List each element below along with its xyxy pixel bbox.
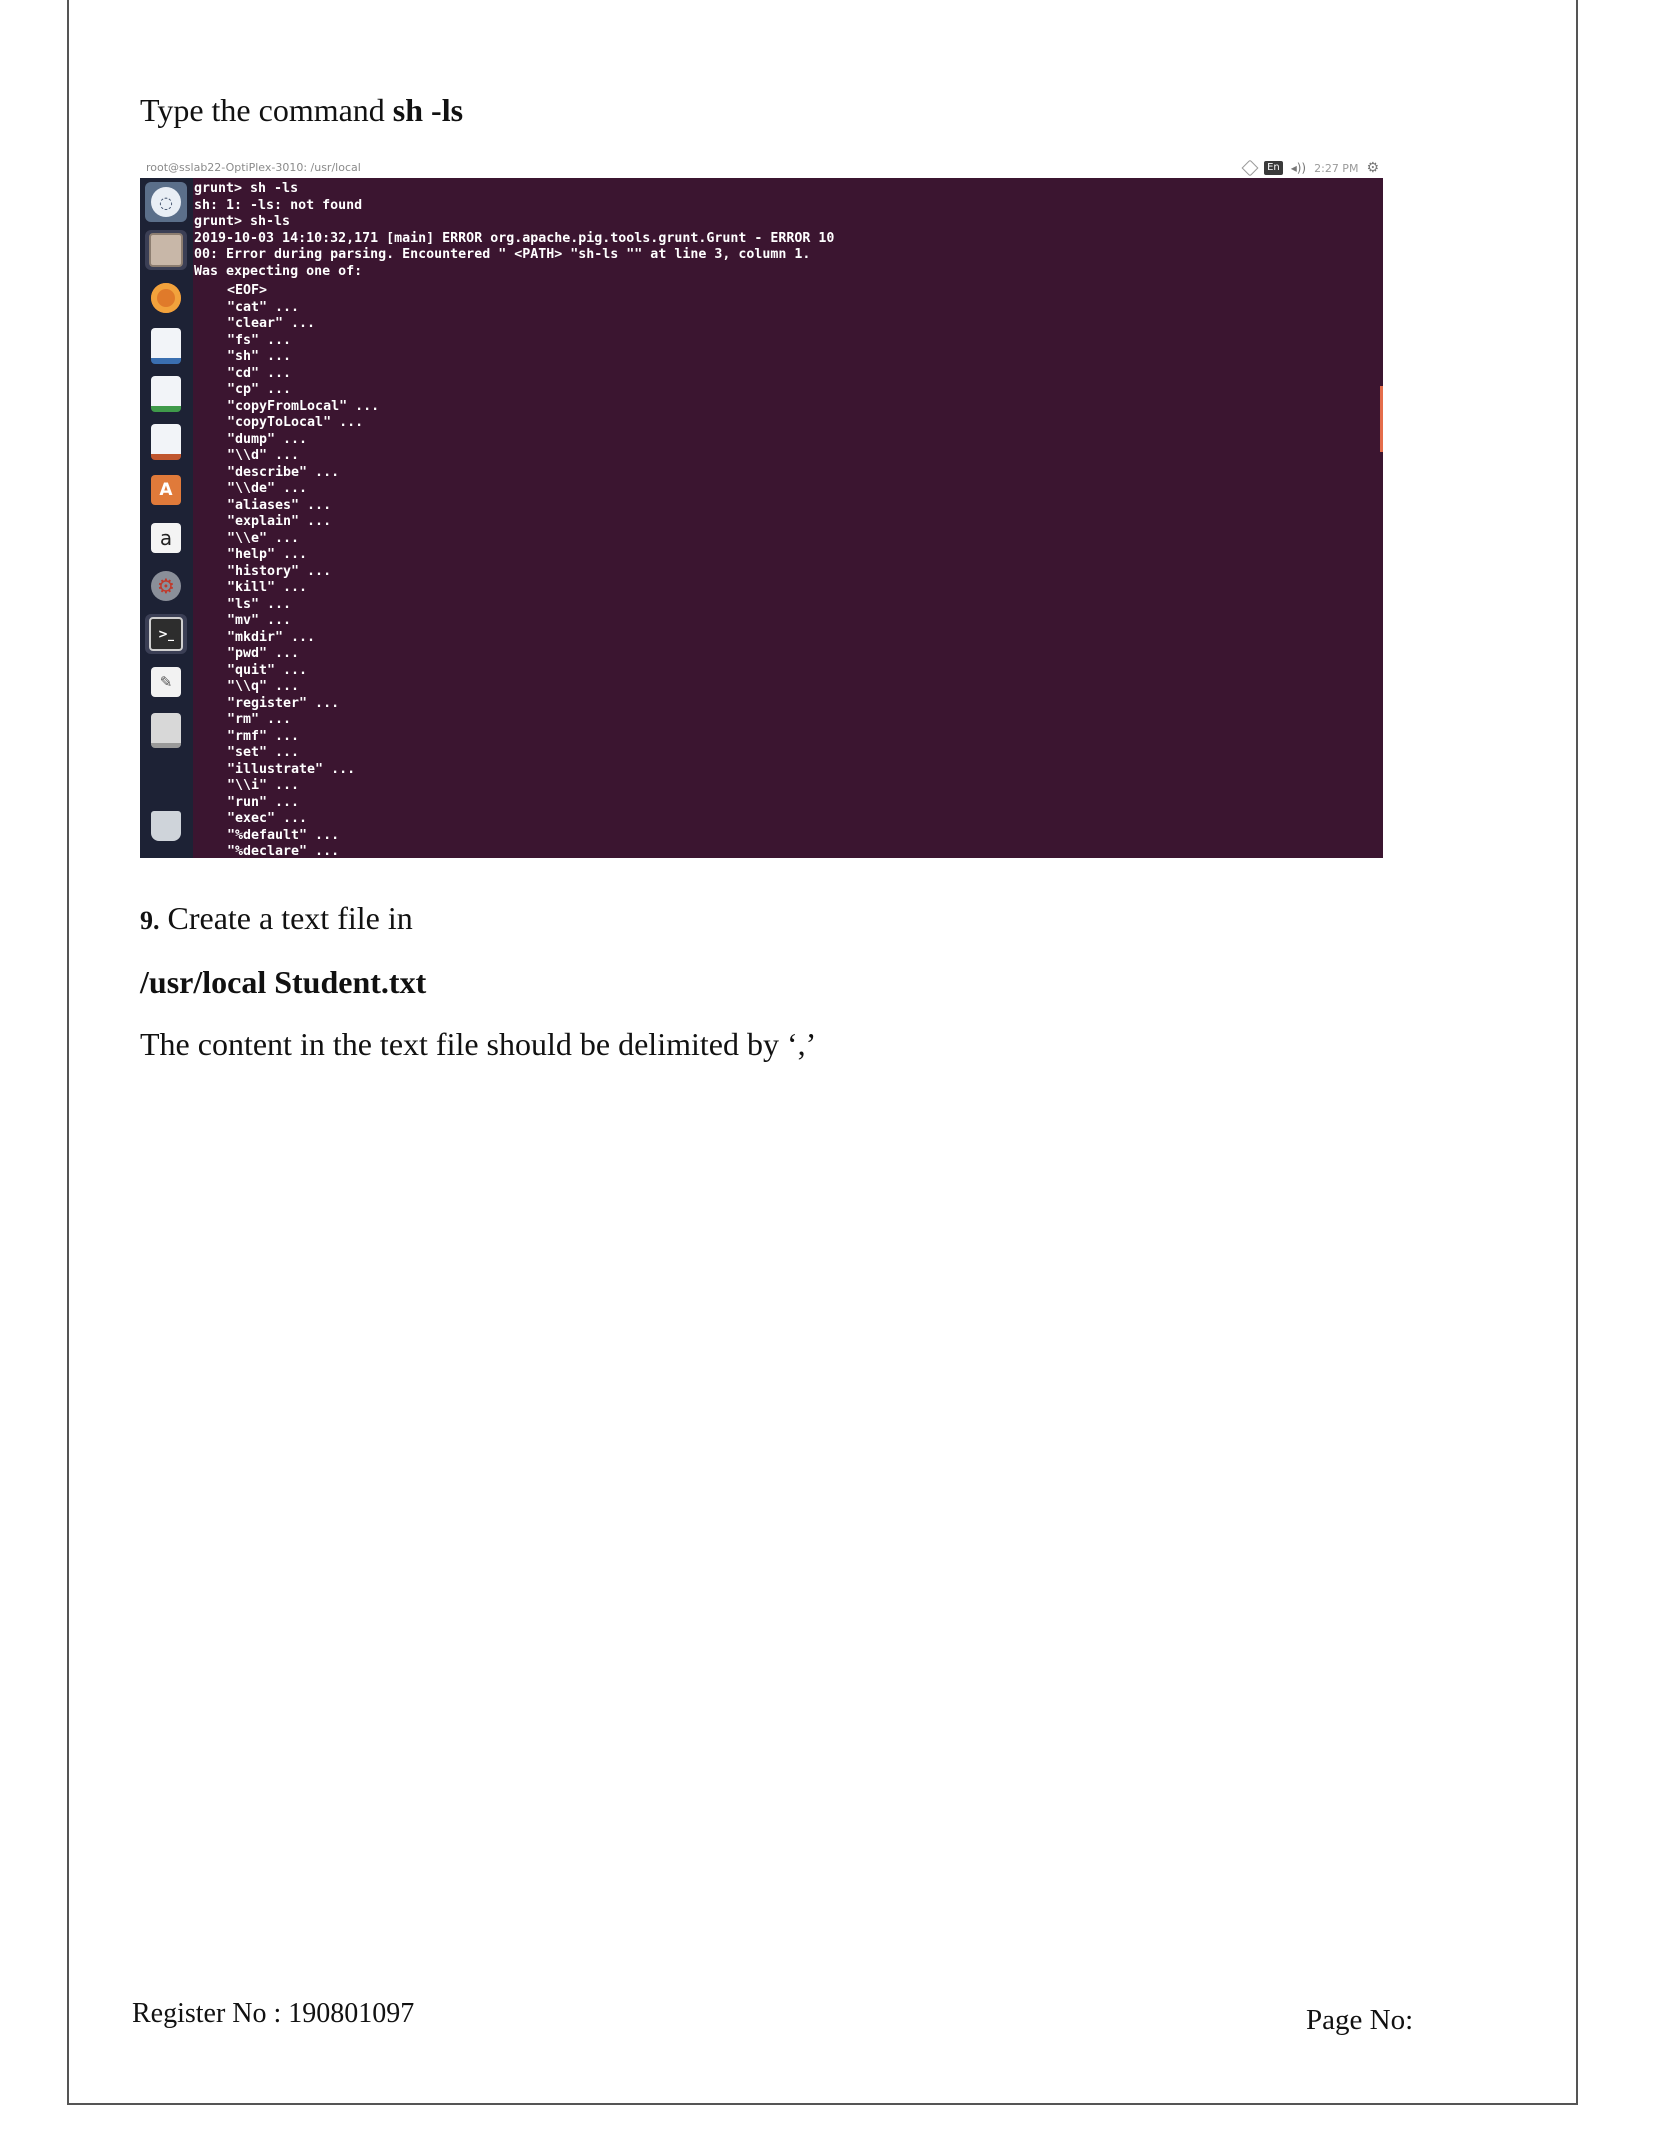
terminal-option-line: "aliases" ... [227, 497, 332, 513]
terminal-options-list: <EOF> "cat" ... "clear" ... "fs" ... "sh" ..… [194, 280, 1383, 858]
step-9-line: 9. Create a text file in [140, 900, 413, 937]
terminal-header-lines: grunt> sh -ls sh: 1: -ls: not found grunt>… [194, 178, 1383, 280]
system-settings-icon[interactable]: ⚙ [145, 566, 187, 606]
terminal-option-line: "dump" ... [227, 431, 308, 447]
software-center-icon[interactable]: A [145, 470, 187, 510]
terminal-option-line: <EOF> [227, 283, 268, 298]
volume-icon[interactable]: ◂)) [1291, 161, 1306, 175]
terminal-option-line: "\\q" ... [227, 679, 300, 694]
terminal-option-line: "%default" ... [227, 827, 340, 843]
settings-gear-icon[interactable]: ⚙ [1366, 160, 1379, 176]
instruction-command: sh -ls [392, 92, 464, 128]
instruction-prefix: Type the command [140, 92, 393, 128]
terminal-option-line: "ls" ... [227, 596, 292, 612]
clock[interactable]: 2:27 PM [1314, 162, 1358, 175]
top-panel: root@sslab22-OptiPlex-3010: /usr/local E… [140, 158, 1383, 178]
terminal-option-line: "\\i" ... [227, 778, 300, 793]
writer-icon[interactable] [145, 326, 187, 366]
window-title: root@sslab22-OptiPlex-3010: /usr/local [146, 161, 361, 174]
terminal-option-line: "clear" ... [227, 316, 316, 331]
terminal-option-line: "illustrate" ... [227, 761, 356, 777]
launcher-bar: ◌ A a ⚙ >_ ✎ [140, 178, 193, 858]
amazon-icon[interactable]: a [145, 518, 187, 558]
terminal-option-line: "help" ... [227, 547, 308, 562]
terminal-option-line: "describe" ... [227, 464, 340, 480]
terminal-option-line: "mv" ... [227, 613, 292, 628]
step-text: Create a text file in [159, 900, 413, 936]
terminal-option-line: "copyToLocal" ... [227, 415, 364, 430]
system-tray: En ◂)) 2:27 PM ⚙ [1241, 159, 1379, 177]
instruction-heading: Type the command sh -ls [140, 92, 463, 129]
terminal-option-line: "sh" ... [227, 349, 292, 364]
page-number: Page No: [1306, 2004, 1414, 2036]
terminal-option-line: "exec" ... [227, 811, 308, 826]
drive-icon[interactable] [145, 710, 187, 750]
firefox-icon[interactable] [145, 278, 187, 318]
terminal-scrollbar[interactable] [1380, 386, 1383, 452]
terminal-screenshot: root@sslab22-OptiPlex-3010: /usr/local E… [140, 158, 1383, 858]
trash-icon[interactable] [145, 806, 187, 846]
terminal-option-line: "kill" ... [227, 580, 308, 595]
terminal-option-line: "\\de" ... [227, 481, 308, 496]
calc-icon[interactable] [145, 374, 187, 414]
ubuntu-dash-icon[interactable]: ◌ [145, 182, 187, 222]
delimiter-note: The content in the text file should be d… [140, 1026, 817, 1062]
terminal-option-line: "explain" ... [227, 514, 332, 529]
terminal-option-line: "cp" ... [227, 382, 292, 397]
terminal-option-line: "rm" ... [227, 712, 292, 727]
terminal-option-line: "quit" ... [227, 662, 308, 678]
terminal-line: 00: Error during parsing. Encountered " … [194, 247, 811, 262]
terminal-option-line: "history" ... [227, 563, 332, 579]
terminal-option-line: "set" ... [227, 745, 300, 760]
impress-icon[interactable] [145, 422, 187, 462]
terminal-option-line: "pwd" ... [227, 646, 300, 661]
terminal-option-line: "rmf" ... [227, 728, 300, 744]
step-number: 9. [140, 906, 160, 935]
terminal-line: sh: 1: -ls: not found [194, 197, 363, 213]
register-number: Register No : 190801097 [132, 1998, 415, 2029]
network-icon[interactable] [1241, 159, 1259, 177]
terminal-line: Was expecting one of: [194, 263, 363, 279]
terminal-option-line: "\\e" ... [227, 530, 300, 546]
terminal-option-line: "fs" ... [227, 332, 292, 348]
file-path: /usr/local Student.txt [140, 964, 427, 1000]
text-editor-icon[interactable]: ✎ [145, 662, 187, 702]
terminal-option-line: "copyFromLocal" ... [227, 398, 380, 414]
files-icon[interactable] [145, 230, 187, 270]
terminal-option-line: "mkdir" ... [227, 629, 316, 645]
terminal-line: 2019-10-03 14:10:32,171 [main] ERROR org… [194, 230, 835, 246]
terminal-option-line: "register" ... [227, 695, 340, 711]
terminal-output[interactable]: grunt> sh -ls sh: 1: -ls: not found grunt>… [194, 178, 1383, 858]
keyboard-layout-indicator[interactable]: En [1264, 161, 1283, 175]
terminal-icon[interactable]: >_ [145, 614, 187, 654]
terminal-option-line: "\\d" ... [227, 448, 300, 463]
terminal-option-line: "run" ... [227, 794, 300, 810]
terminal-line: grunt> sh -ls [194, 181, 299, 196]
terminal-option-line: "cd" ... [227, 365, 292, 381]
terminal-option-line: "cat" ... [227, 299, 300, 315]
terminal-line: grunt> sh-ls [194, 214, 291, 229]
terminal-option-line: "%declare" ... [227, 844, 340, 858]
